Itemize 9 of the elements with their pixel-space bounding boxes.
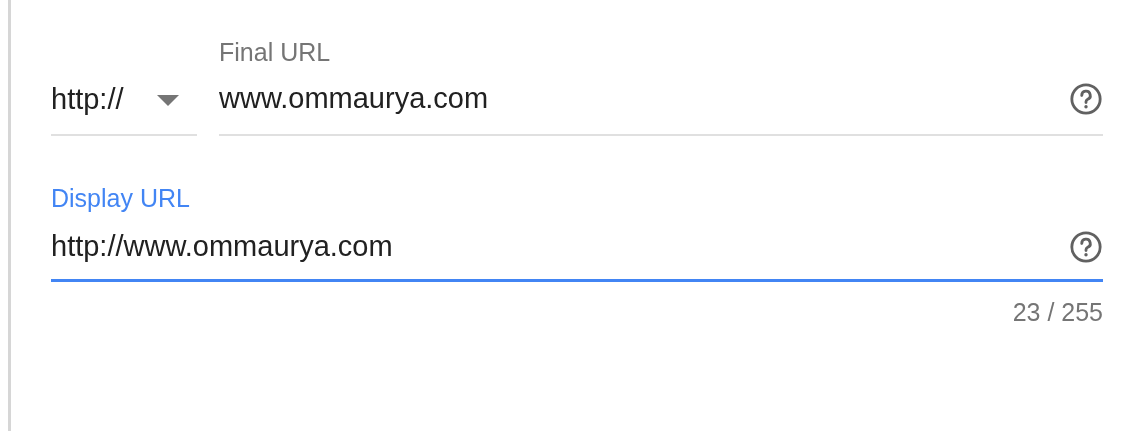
final-url-field[interactable]: www.ommaurya.com [219,68,1103,136]
help-icon[interactable] [1069,82,1103,116]
protocol-dropdown[interactable]: http:// [51,70,197,136]
character-counter: 23 / 255 [1012,297,1103,328]
caret-icon [157,94,179,106]
field-label: Final URL [219,37,332,68]
display-url-field[interactable]: http://www.ommaurya.com [51,214,1103,282]
help-icon[interactable] [1069,229,1103,264]
field-label: Display URL [51,183,191,214]
